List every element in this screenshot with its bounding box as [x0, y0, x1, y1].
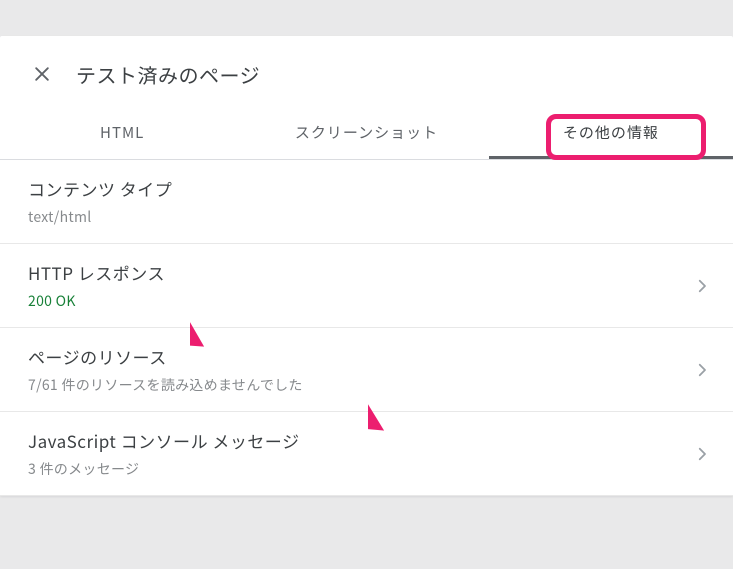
- row-sub: text/html: [28, 207, 172, 227]
- tab-other-info[interactable]: その他の情報: [489, 108, 733, 159]
- panel-title: テスト済みのページ: [76, 60, 260, 89]
- info-list: コンテンツ タイプ text/html HTTP レスポンス 200 OK ペー…: [0, 160, 733, 496]
- tab-label: その他の情報: [563, 122, 659, 143]
- tab-label: スクリーンショット: [295, 122, 438, 143]
- row-page-resources[interactable]: ページのリソース 7/61 件のリソースを読み込めませんでした: [0, 328, 733, 412]
- tab-screenshot[interactable]: スクリーンショット: [244, 108, 488, 159]
- row-sub: 200 OK: [28, 291, 165, 311]
- row-http-response[interactable]: HTTP レスポンス 200 OK: [0, 244, 733, 328]
- panel-header: テスト済みのページ: [0, 36, 733, 108]
- chevron-right-icon: [693, 361, 711, 379]
- tab-label: HTML: [100, 122, 144, 143]
- chevron-right-icon: [693, 277, 711, 295]
- row-label: JavaScript コンソール メッセージ: [28, 428, 300, 453]
- row-label: HTTP レスポンス: [28, 260, 165, 285]
- row-sub: 3 件のメッセージ: [28, 459, 300, 479]
- inspection-panel: テスト済みのページ HTML スクリーンショット その他の情報 コンテンツ タイ…: [0, 36, 733, 496]
- close-icon: [32, 64, 52, 84]
- tabs: HTML スクリーンショット その他の情報: [0, 108, 733, 160]
- row-label: ページのリソース: [28, 344, 303, 369]
- chevron-right-icon: [693, 445, 711, 463]
- tab-html[interactable]: HTML: [0, 108, 244, 159]
- row-content-type: コンテンツ タイプ text/html: [0, 160, 733, 244]
- close-button[interactable]: [22, 54, 62, 94]
- row-js-console[interactable]: JavaScript コンソール メッセージ 3 件のメッセージ: [0, 412, 733, 496]
- window-topbar: [0, 0, 733, 36]
- row-sub: 7/61 件のリソースを読み込めませんでした: [28, 375, 303, 395]
- row-label: コンテンツ タイプ: [28, 176, 172, 201]
